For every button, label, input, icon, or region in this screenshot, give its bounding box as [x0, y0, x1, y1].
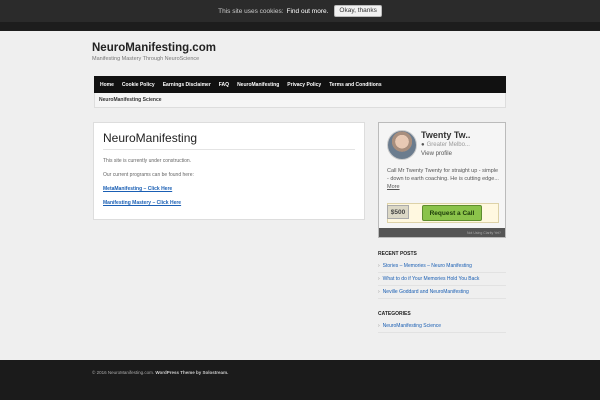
footer-text: © 2016 NeuroManifesting.com. WordPress T…	[92, 370, 228, 375]
nav-item-home[interactable]: Home	[96, 82, 118, 88]
avatar[interactable]	[387, 130, 417, 160]
bullet-icon: ›	[378, 289, 380, 295]
categories-title: CATEGORIES	[378, 311, 411, 317]
list-item[interactable]: › Neville Goddard and NeuroManifesting	[378, 286, 506, 299]
bio-more-link[interactable]: More	[387, 184, 400, 190]
site-description: Manifesting Mastery Through NeuroScience	[92, 56, 200, 62]
list-item[interactable]: › What to do if Your Memories Hold You Ba…	[378, 273, 506, 286]
category-link[interactable]: NeuroManifesting Science	[383, 323, 441, 329]
list-item[interactable]: › Stories – Memories – Neuro Manifesting	[378, 260, 506, 273]
sub-nav: NeuroManifesting Science	[94, 93, 506, 108]
profile-name[interactable]: Twenty Tw..	[421, 130, 470, 140]
categories-list: › NeuroManifesting Science	[378, 320, 506, 333]
cookie-accept-button[interactable]: Okay, thanks	[334, 4, 382, 18]
recent-post-link[interactable]: Stories – Memories – Neuro Manifesting	[383, 263, 472, 269]
footer-copyright: © 2016 NeuroManifesting.com.	[92, 370, 155, 375]
nav-item-terms[interactable]: Terms and Conditions	[325, 82, 385, 88]
view-profile-link[interactable]: View profile	[421, 151, 452, 157]
bullet-icon: ›	[378, 276, 380, 282]
profile-bio: Call Mr Twenty Twenty for straight up - …	[387, 167, 499, 191]
cookie-find-out-more-link[interactable]: Find out more.	[287, 8, 329, 15]
main-nav: Home Cookie Policy Earnings Disclaimer F…	[94, 76, 506, 93]
price-badge: $500	[387, 205, 409, 219]
list-item[interactable]: › NeuroManifesting Science	[378, 320, 506, 333]
nav-item-faq[interactable]: FAQ	[215, 82, 233, 88]
cookie-message: This site uses cookies:	[218, 7, 284, 15]
nav-item-cookie-policy[interactable]: Cookie Policy	[118, 82, 159, 88]
recent-posts-title: RECENT POSTS	[378, 251, 417, 257]
profile-location: ● Greater Melbo...	[421, 142, 470, 148]
nav-item-earnings-disclaimer[interactable]: Earnings Disclaimer	[159, 82, 215, 88]
metamanifesting-link[interactable]: MetaManifesting – Click Here	[103, 186, 355, 192]
manifesting-mastery-link[interactable]: Manifesting Mastery – Click Here	[103, 200, 355, 206]
profile-bio-text: Call Mr Twenty Twenty for straight up - …	[387, 168, 499, 182]
bullet-icon: ›	[378, 263, 380, 269]
top-strip	[0, 22, 600, 31]
profile-location-text: Greater Melbo...	[426, 142, 470, 148]
profile-footer-link[interactable]: Not Using Clarity Yet?	[379, 228, 505, 237]
programs-text: Our current programs can be found here:	[103, 172, 194, 178]
location-pin-icon: ●	[421, 142, 425, 148]
recent-post-link[interactable]: Neville Goddard and NeuroManifesting	[383, 289, 469, 295]
site-title[interactable]: NeuroManifesting.com	[92, 42, 216, 54]
recent-posts-list: › Stories – Memories – Neuro Manifesting …	[378, 260, 506, 299]
cookie-bar: This site uses cookies: Find out more. O…	[0, 0, 600, 22]
page-title: NeuroManifesting	[103, 131, 355, 150]
main-content: NeuroManifesting This site is currently …	[93, 122, 365, 220]
profile-widget: Twenty Tw.. ● Greater Melbo... View profi…	[378, 122, 506, 238]
request-call-button[interactable]: Request a Call	[422, 205, 482, 221]
nav-item-neuromanifesting[interactable]: NeuroManifesting	[233, 82, 283, 88]
recent-post-link[interactable]: What to do if Your Memories Hold You Bac…	[383, 276, 480, 282]
nav-item-privacy-policy[interactable]: Privacy Policy	[283, 82, 325, 88]
subnav-item-neuromanifesting-science[interactable]: NeuroManifesting Science	[99, 97, 162, 103]
bullet-icon: ›	[378, 323, 380, 329]
footer: © 2016 NeuroManifesting.com. WordPress T…	[0, 360, 600, 400]
construction-text: This site is currently under constructio…	[103, 158, 192, 164]
footer-theme-credit[interactable]: WordPress Theme by Solostream.	[155, 370, 228, 375]
